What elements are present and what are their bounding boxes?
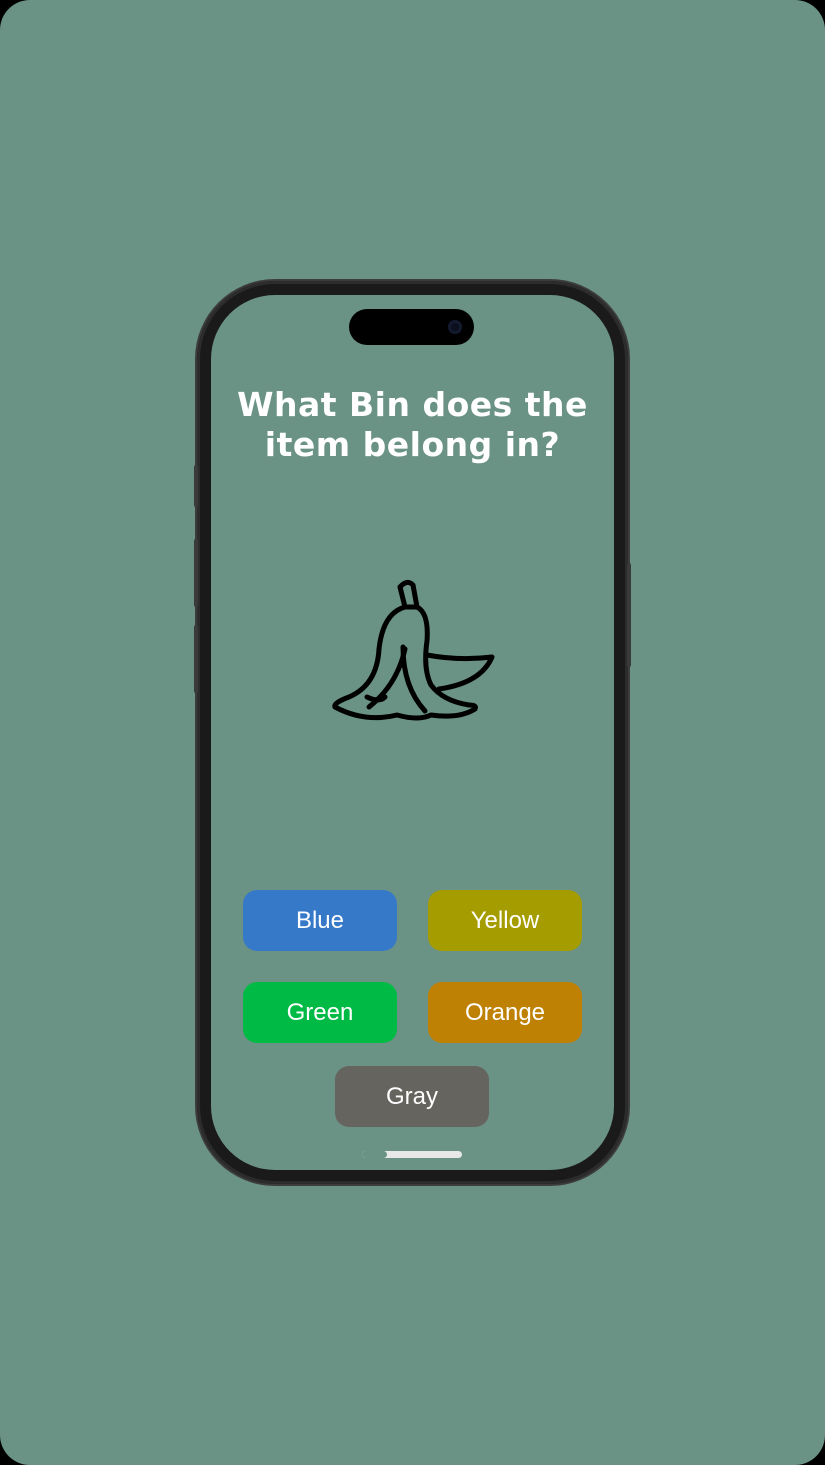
phone-frame: What Bin does the item belong in? Blue Y… — [194, 281, 631, 1184]
orange-bin-label: Orange — [464, 998, 546, 1026]
phone-screen: What Bin does the item belong in? Blue Y… — [211, 295, 614, 1170]
gray-bin-button[interactable]: Gray — [335, 1066, 489, 1127]
power-button — [627, 563, 631, 667]
banana-peel-icon — [332, 579, 495, 721]
home-indicator[interactable] — [362, 1151, 462, 1158]
app-background: What Bin does the item belong in? Blue Y… — [0, 0, 825, 1465]
gray-bin-label: Gray — [385, 1082, 438, 1110]
green-bin-button[interactable]: Green — [243, 982, 397, 1043]
silent-switch — [194, 465, 198, 507]
blue-bin-button[interactable]: Blue — [243, 890, 397, 951]
blue-bin-label: Blue — [295, 906, 345, 934]
green-bin-label: Green — [286, 998, 354, 1026]
yellow-bin-button[interactable]: Yellow — [428, 890, 582, 951]
volume-down-button — [194, 625, 198, 693]
home-indicator-segment — [362, 1151, 387, 1158]
camera-icon — [448, 320, 462, 334]
dynamic-island — [349, 309, 474, 345]
yellow-bin-label: Yellow — [470, 906, 540, 934]
question-title: What Bin does the item belong in? — [237, 385, 588, 464]
orange-bin-button[interactable]: Orange — [428, 982, 582, 1043]
volume-up-button — [194, 539, 198, 607]
